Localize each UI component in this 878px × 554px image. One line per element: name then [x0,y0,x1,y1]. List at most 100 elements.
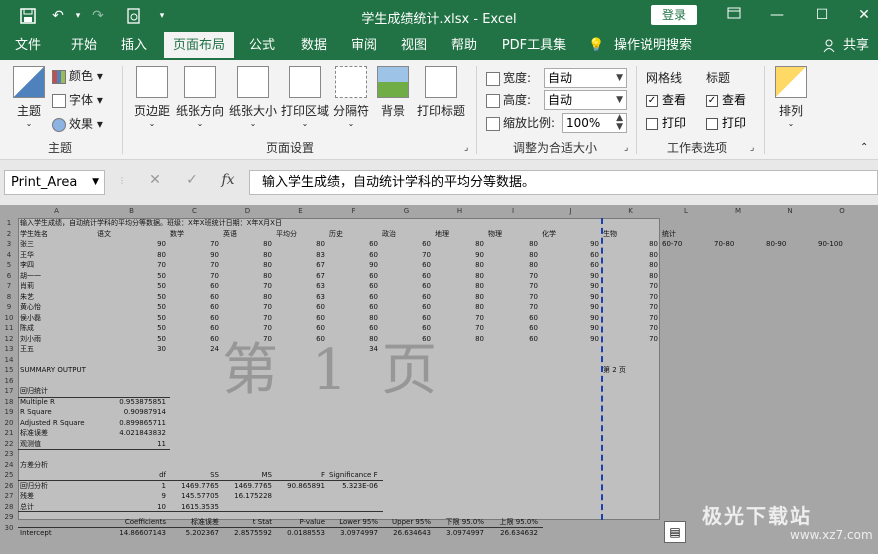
data-cell[interactable]: 80 [488,250,538,260]
anova-header[interactable]: MS [223,470,272,480]
headings-print-checkbox[interactable]: 打印 [706,114,746,132]
print-titles-button[interactable]: 打印标题 [414,66,468,119]
column-header[interactable]: J [540,205,601,217]
anova-cell[interactable]: 90.865891 [276,481,325,491]
width-dropdown[interactable]: 自动 ▼ [544,68,627,88]
tab-home[interactable]: 开始 [64,32,104,60]
data-cell[interactable]: 50 [97,302,166,312]
gridlines-print-checkbox[interactable]: 打印 [646,114,686,132]
data-cell[interactable]: 60 [382,292,431,302]
data-cell[interactable]: 60 [382,313,431,323]
data-cell[interactable]: 80 [435,292,484,302]
data-cell[interactable]: 70 [223,281,272,291]
row-header[interactable]: 27 [0,491,18,502]
data-cell[interactable]: 70 [488,271,538,281]
data-cell[interactable]: 60 [329,250,378,260]
row-header[interactable]: 10 [0,313,18,324]
header-cell[interactable]: 地理 [435,229,484,239]
tell-me-search[interactable]: 操作说明搜索 [612,32,694,60]
data-cell[interactable]: 李四 [20,260,93,270]
row-header[interactable]: 1 [0,218,18,229]
data-cell[interactable]: 80 [435,271,484,281]
data-cell[interactable]: 90 [542,292,599,302]
row-header[interactable]: 21 [0,428,18,439]
data-cell[interactable]: 80 [97,250,166,260]
data-cell[interactable]: 63 [276,281,325,291]
data-cell[interactable]: 90 [170,250,219,260]
data-cell[interactable]: 刘小雨 [20,334,93,344]
header-cell[interactable]: 物理 [488,229,538,239]
data-cell[interactable]: 60 [382,281,431,291]
anova-cell[interactable]: 16.175228 [223,491,272,501]
row-header[interactable]: 19 [0,407,18,418]
cancel-icon[interactable]: ✕ [144,172,166,192]
row-header[interactable]: 17 [0,386,18,397]
data-cell[interactable]: 63 [276,292,325,302]
data-cell[interactable]: 80 [276,239,325,249]
row-header[interactable]: 8 [0,292,18,303]
row-header[interactable]: 16 [0,376,18,387]
data-cell[interactable]: 80 [329,313,378,323]
column-header[interactable]: M [712,205,764,217]
data-cell[interactable]: 60 [276,313,325,323]
anova-cell[interactable]: 145.57705 [170,491,219,501]
row-header[interactable]: 22 [0,439,18,450]
data-cell[interactable]: 70 [223,313,272,323]
data-cell[interactable]: 30 [97,344,166,354]
data-cell[interactable]: 80 [223,260,272,270]
row-header[interactable]: 7 [0,281,18,292]
data-cell[interactable]: 60 [382,239,431,249]
coef-cell[interactable]: 2.8575592 [223,528,272,538]
data-cell[interactable]: 50 [97,334,166,344]
header-cell[interactable]: 学生姓名 [20,229,93,239]
data-cell[interactable]: 50 [97,292,166,302]
data-cell[interactable]: 60 [170,292,219,302]
data-cell[interactable]: 90 [329,260,378,270]
data-cell[interactable]: 80 [435,281,484,291]
data-cell[interactable]: 张三 [20,239,93,249]
row-header[interactable]: 28 [0,502,18,513]
range-label[interactable]: 90-100 [818,239,866,249]
data-cell[interactable]: 90 [435,250,484,260]
anova-header[interactable]: SS [170,470,219,480]
header-cell[interactable]: 英语 [223,229,272,239]
data-cell[interactable]: 70 [382,250,431,260]
column-header[interactable]: B [95,205,168,217]
data-cell[interactable]: 60 [488,323,538,333]
tab-formulas[interactable]: 公式 [242,32,282,60]
maximize-icon[interactable]: ☐ [810,4,834,26]
data-cell[interactable]: 80 [435,260,484,270]
data-cell[interactable]: 60 [170,313,219,323]
themes-button[interactable]: 主题 ⌄ [8,66,50,128]
row-header[interactable]: 24 [0,460,18,471]
data-cell[interactable]: 70 [603,334,658,344]
data-cell[interactable]: 90 [97,239,166,249]
anova-cell[interactable]: 1469.7765 [170,481,219,491]
data-cell[interactable]: 70 [603,281,658,291]
data-cell[interactable]: 50 [97,323,166,333]
row-header[interactable]: 26 [0,481,18,492]
data-cell[interactable]: 60 [276,302,325,312]
stat-label[interactable]: 统计 [662,229,710,239]
tab-help[interactable]: 帮助 [444,32,484,60]
anova-header[interactable]: F [276,470,325,480]
row-header[interactable]: 15 [0,365,18,376]
data-cell[interactable]: 80 [223,271,272,281]
scale-spinner[interactable]: 100% ▲ ▼ [562,113,627,133]
row-header[interactable]: 9 [0,302,18,313]
coef-cell[interactable]: 3.0974997 [329,528,378,538]
row-header[interactable]: 18 [0,397,18,408]
gridlines-view-checkbox[interactable]: ✓ 查看 [646,91,686,109]
data-cell[interactable]: 60 [329,239,378,249]
header-cell[interactable]: 生物 [603,229,658,239]
header-cell[interactable]: 历史 [329,229,378,239]
data-cell[interactable]: 90 [542,323,599,333]
effects-button[interactable]: 效果 ▾ [52,114,103,134]
column-header[interactable]: L [660,205,712,217]
stat-value[interactable]: 0.90987914 [97,407,166,417]
tab-view[interactable]: 视图 [394,32,434,60]
data-cell[interactable]: 80 [488,239,538,249]
header-cell[interactable]: 平均分 [276,229,325,239]
data-cell[interactable]: 80 [435,302,484,312]
data-cell[interactable]: 60 [170,281,219,291]
